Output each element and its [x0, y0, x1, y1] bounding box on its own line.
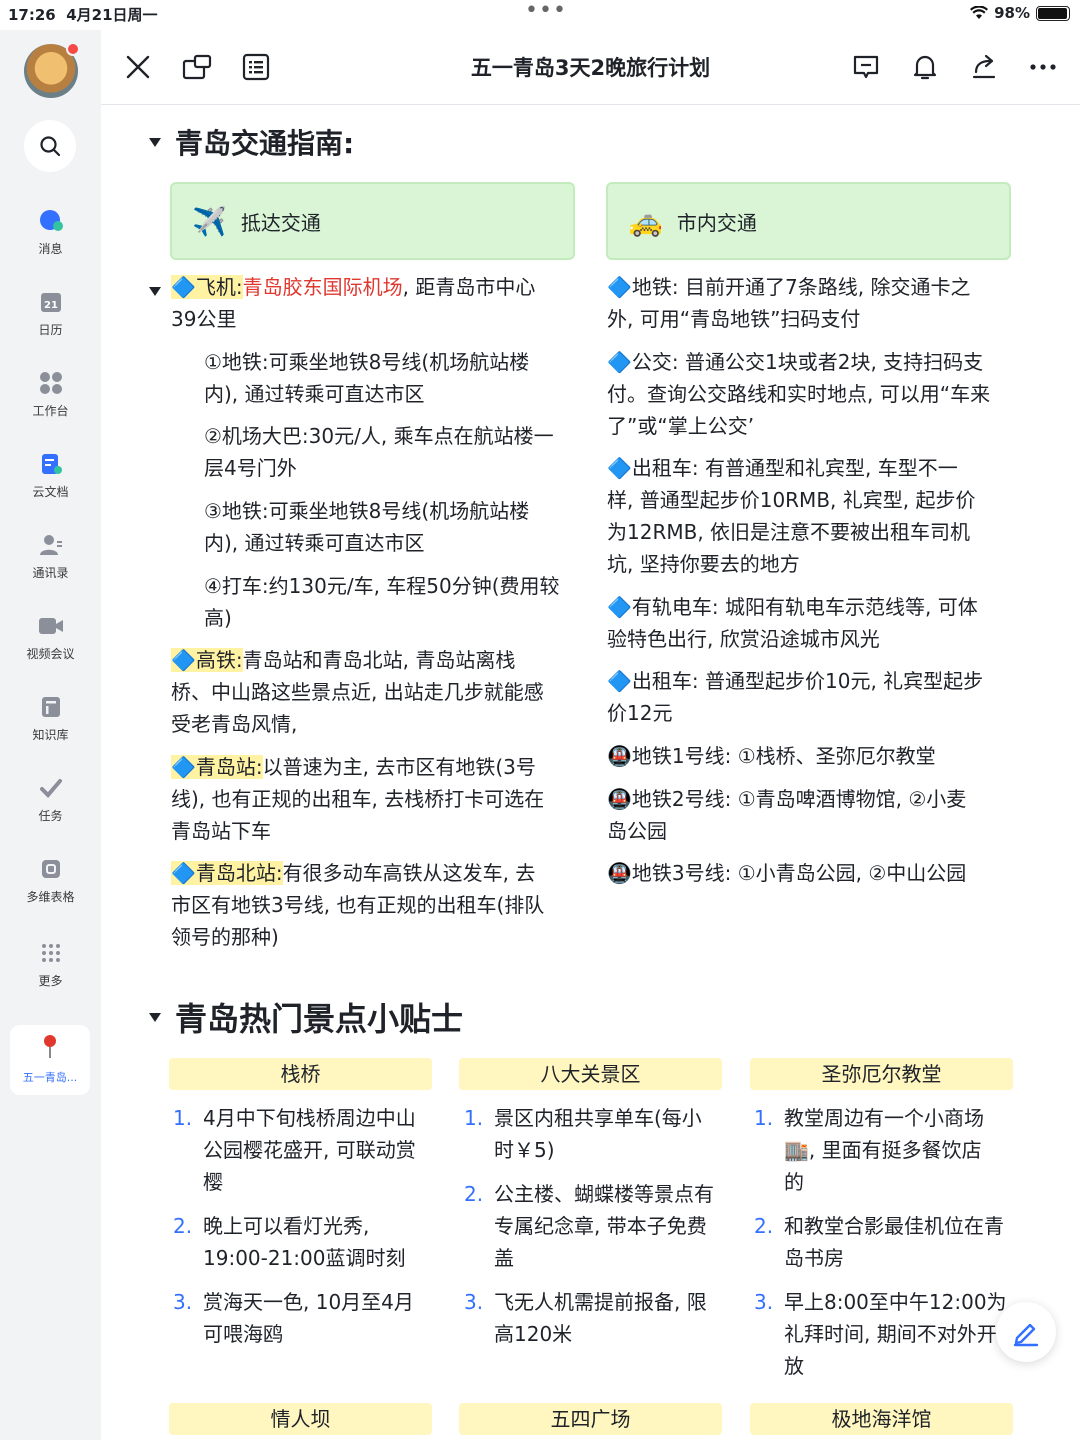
metro-icon: 🚇 [607, 861, 632, 885]
diamond-icon: 🔷 [607, 456, 632, 480]
diamond-icon: 🔷 [607, 669, 632, 693]
battery-icon [1036, 5, 1070, 21]
bell-icon [913, 55, 937, 80]
tip-col-head-4: 情人坝 [169, 1403, 432, 1435]
pencil-icon [1013, 1323, 1039, 1347]
task-icon [38, 775, 64, 801]
tip-col-head-3: 圣弥厄尔教堂 [750, 1058, 1013, 1090]
collapse-toggle-icon[interactable] [149, 287, 161, 296]
tips-heading[interactable]: 青岛热门景点小贴士 [149, 994, 463, 1040]
option-3: ③地铁:可乘坐地铁8号线(机场航站楼 内), 通过转乘可直达市区 [204, 499, 530, 555]
sidebar-item-docs[interactable]: 云文档 [0, 451, 101, 500]
metro-icon: 🚇 [607, 787, 632, 811]
comment-icon [853, 55, 879, 79]
hsr-paragraph: 🔷高铁:青岛站和青岛北站, 青岛站离栈 桥、中山路这些景点近, 出站走几步就能感… [171, 648, 544, 736]
metro-line-2: 🚇地铁2号线: ①青岛啤酒博物馆, ②小麦 岛公园 [607, 787, 967, 843]
message-icon [38, 208, 64, 234]
diamond-icon: 🔷 [171, 275, 196, 299]
metro-paragraph: 🔷地铁: 目前开通了7条路线, 除交通卡之 外, 可用“青岛地铁”扫码支付 [607, 275, 971, 331]
sidebar-item-messages[interactable]: 消息 [0, 208, 101, 257]
base-icon [38, 856, 64, 882]
pin-icon [44, 1035, 56, 1058]
qd-key: 🔷青岛站: [171, 755, 263, 779]
diamond-icon: 🔷 [171, 755, 196, 779]
share-button[interactable] [967, 50, 1001, 84]
airport-link[interactable]: 青岛胶东国际机场 [243, 275, 403, 299]
sidebar-item-more[interactable]: 更多 [0, 940, 101, 989]
status-right: 98% [970, 4, 1070, 22]
comments-button[interactable] [849, 50, 883, 84]
search-button[interactable] [24, 120, 76, 172]
taxi-paragraph: 🔷出租车: 有普通型和礼宾型, 车型不一 样, 普通型起步价10RMB, 礼宾型,… [607, 456, 976, 576]
sidebar-item-tasks[interactable]: 任务 [0, 775, 101, 824]
airplane-icon: ✈️ [192, 204, 227, 238]
transport-heading[interactable]: 青岛交通指南: [149, 122, 354, 162]
tip-col-head-1: 栈桥 [169, 1058, 432, 1090]
collapse-toggle-icon[interactable] [149, 1012, 161, 1022]
diamond-icon: 🔷 [607, 350, 632, 374]
more-icon [38, 940, 64, 966]
sidebar-item-workbench[interactable]: 工作台 [0, 370, 101, 419]
callout-arrive[interactable]: ✈️ 抵达交通 [170, 182, 575, 260]
sidebar-item-calendar[interactable]: 21 日历 [0, 289, 101, 338]
status-time: 17:26 4月21日周一 [8, 6, 158, 24]
calendar-icon: 21 [38, 289, 64, 315]
plane-paragraph: 🔷飞机:青岛胶东国际机场, 距青岛市中心 39公里 [171, 275, 536, 331]
callout-city[interactable]: 🚕 市内交通 [606, 182, 1011, 260]
hsr-key: 🔷高铁: [171, 648, 243, 672]
contacts-icon [38, 532, 64, 558]
option-4: ④打车:约130元/车, 车程50分钟(费用较 高) [204, 574, 560, 630]
taxi-icon: 🚕 [628, 204, 663, 238]
sidebar-item-wiki[interactable]: 知识库 [0, 694, 101, 743]
svg-text:21: 21 [44, 300, 58, 311]
collapse-toggle-icon[interactable] [149, 137, 161, 147]
tip-col-head-6: 极地海洋馆 [750, 1403, 1013, 1435]
avatar[interactable] [24, 42, 80, 98]
diamond-icon: 🔷 [607, 275, 632, 299]
qdn-station-paragraph: 🔷青岛北站:有很多动车高铁从这发车, 去 市区有地铁3号线, 也有正规的出租车(… [171, 861, 545, 949]
option-2: ②机场大巴:30元/人, 乘车点在航站楼一 层4号门外 [204, 424, 554, 480]
option-1: ①地铁:可乘坐地铁8号线(机场航站楼 内), 通过转乘可直达市区 [204, 350, 530, 406]
metro-line-3: 🚇地铁3号线: ①小青岛公园, ②中山公园 [607, 861, 967, 885]
diamond-icon: 🔷 [607, 595, 632, 619]
diamond-icon: 🔷 [171, 861, 196, 885]
qdn-key: 🔷青岛北站: [171, 861, 283, 885]
doc-content: 青岛交通指南: ✈️ 抵达交通 🚕 市内交通 🔷飞机:青岛胶东国际机场, 距青岛… [101, 106, 1080, 1440]
active-doc-label: 五一青岛... [22, 1071, 78, 1084]
workbench-icon [38, 370, 64, 396]
tip-col-head-2: 八大关景区 [459, 1058, 722, 1090]
share-icon [972, 54, 996, 79]
video-icon [38, 613, 64, 639]
notifications-button[interactable] [908, 50, 942, 84]
plane-key: 🔷飞机: [171, 275, 243, 299]
multitask-dots[interactable]: ••• [525, 0, 567, 23]
tip-col-head-5: 五四广场 [459, 1403, 722, 1435]
metro-line-1: 🚇地铁1号线: ①栈桥、圣弥厄尔教堂 [607, 744, 936, 768]
taxi2-paragraph: 🔷出租车: 普通型起步价10元, 礼宾型起步 价12元 [607, 669, 984, 725]
doc-toolbar: 五一青岛3天2晚旅行计划 [101, 30, 1080, 105]
battery-percent: 98% [994, 4, 1030, 22]
sidebar-item-video[interactable]: 视频会议 [0, 613, 101, 662]
ellipsis-icon [1030, 64, 1056, 70]
tram-paragraph: 🔷有轨电车: 城阳有轨电车示范线等, 可体 验特色出行, 欣赏沿途城市风光 [607, 595, 978, 651]
notification-dot [66, 42, 80, 56]
edit-button[interactable] [996, 1302, 1056, 1362]
sidebar-item-base[interactable]: 多维表格 [0, 856, 101, 905]
sidebar-item-contacts[interactable]: 通讯录 [0, 532, 101, 581]
status-bar: 17:26 4月21日周一 ••• 98% [0, 0, 1080, 30]
wiki-icon [38, 694, 64, 720]
cloud-doc-icon [38, 451, 64, 477]
sidebar-active-doc[interactable]: 五一青岛... [10, 1025, 90, 1095]
qd-station-paragraph: 🔷青岛站:以普速为主, 去市区有地铁(3号 线), 也有正规的出租车, 去栈桥打… [171, 755, 545, 843]
diamond-icon: 🔷 [171, 648, 196, 672]
metro-icon: 🚇 [607, 744, 632, 768]
search-icon [40, 136, 61, 157]
bus-paragraph: 🔷公交: 普通公交1块或者2块, 支持扫码支 付。查询公交路线和实时地点, 可以用… [607, 350, 991, 438]
sidebar: 消息 21 日历 工作台 云文档 通讯录 视频会议 知识库 任务 多维表格 更多… [0, 30, 101, 1440]
wifi-icon [970, 6, 989, 19]
more-options-button[interactable] [1026, 50, 1060, 84]
